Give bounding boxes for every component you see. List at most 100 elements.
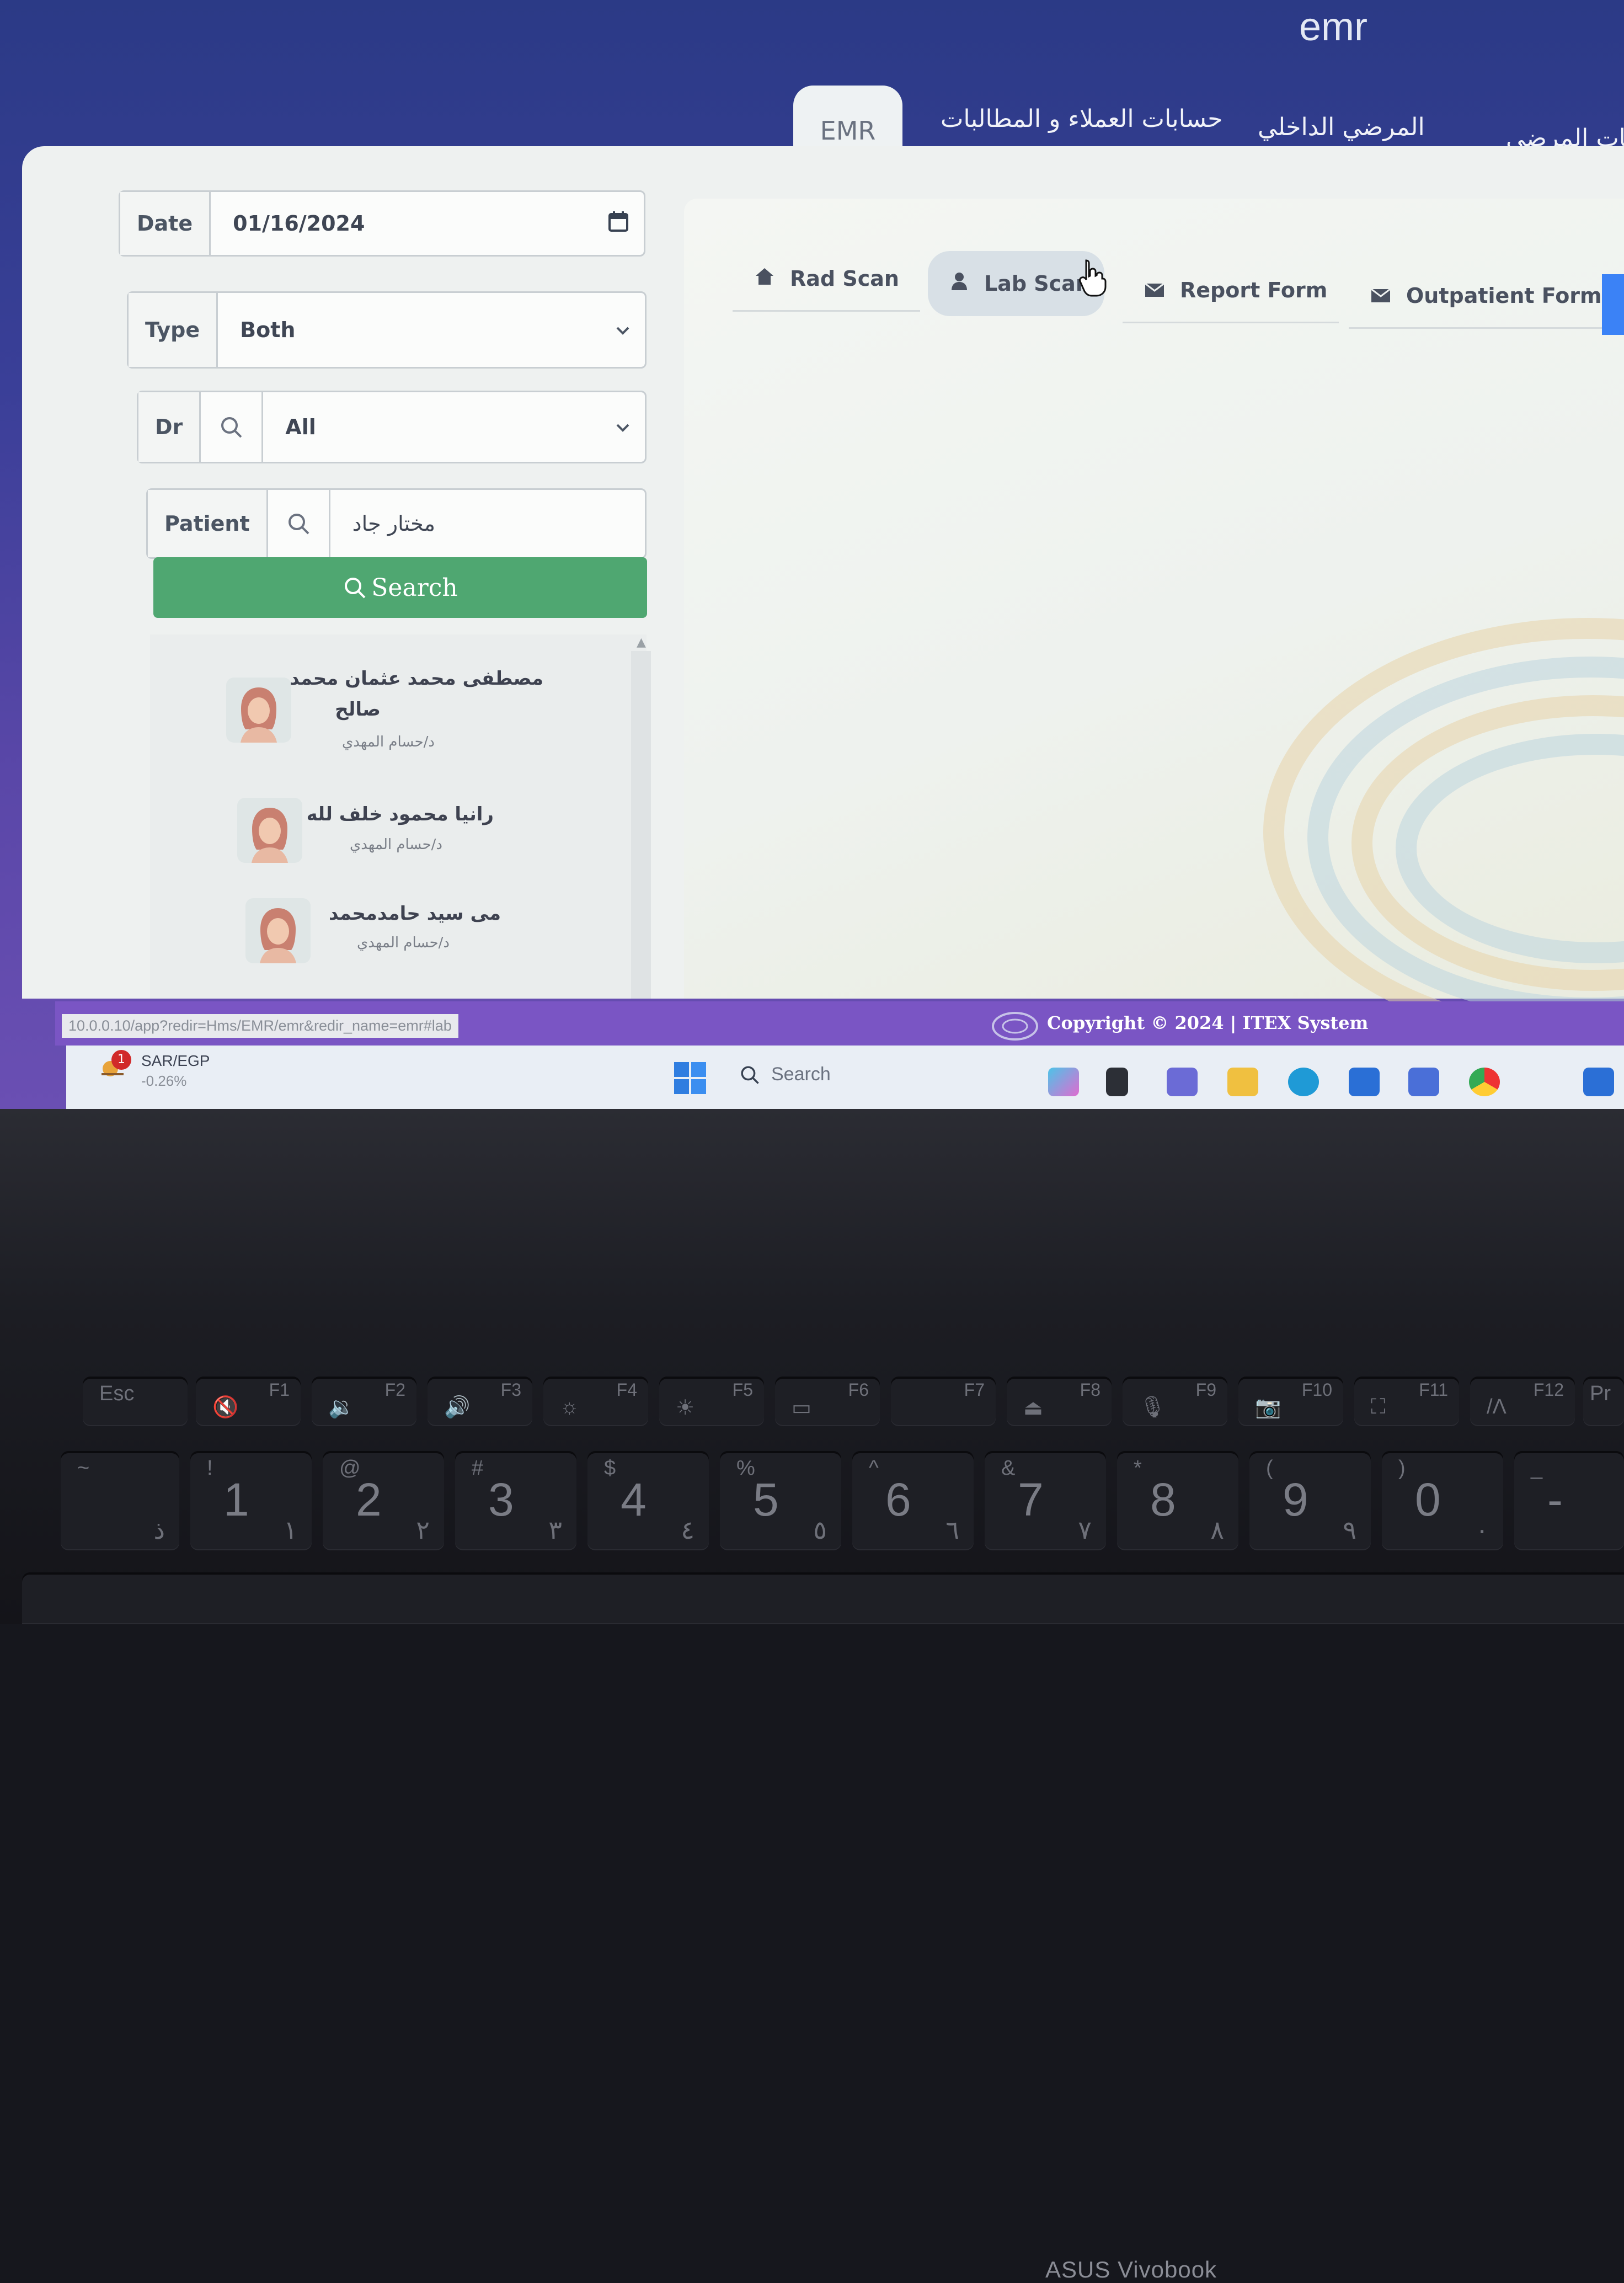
word-icon[interactable]: [1583, 1068, 1614, 1096]
key-arabic: ٩: [1343, 1516, 1356, 1544]
key-f11: F11 ⛶: [1354, 1377, 1459, 1426]
patient-doctor: د/حسام المهدي: [341, 734, 435, 750]
store-icon[interactable]: [1349, 1068, 1380, 1096]
camera-off-icon: 📷: [1255, 1396, 1281, 1419]
mute-icon: 🔇: [212, 1396, 239, 1419]
key-f4: F4 ☼: [543, 1377, 648, 1426]
chevron-down-icon[interactable]: [615, 319, 645, 341]
key-arabic: ٣: [548, 1516, 562, 1544]
patient-name: مصطفى محمد عثمان محمد: [290, 668, 543, 690]
key-f9: F9 🎙: [1123, 1377, 1227, 1426]
chat-icon[interactable]: [1167, 1068, 1198, 1096]
doctor-select[interactable]: Dr All: [137, 391, 647, 463]
search-icon[interactable]: [201, 392, 264, 462]
key-number: 4: [621, 1474, 647, 1525]
key-label: F12: [1533, 1380, 1564, 1400]
key-label: F8: [1080, 1380, 1101, 1400]
search-icon[interactable]: [268, 490, 330, 557]
dr-label: Dr: [138, 392, 201, 462]
key-8: * 8 ٨: [1117, 1451, 1238, 1550]
edge-browser-icon[interactable]: [1288, 1068, 1319, 1096]
tab-report-form[interactable]: Report Form: [1123, 258, 1339, 323]
key-symbol: _: [1531, 1457, 1543, 1480]
currency-widget[interactable]: SAR/EGP -0.26%: [141, 1051, 210, 1091]
key-number: 2: [356, 1474, 382, 1525]
tab-next-edge[interactable]: [1602, 274, 1624, 335]
list-scrollbar[interactable]: [631, 651, 651, 999]
copyright-text: Copyright © 2024 | ITEX System: [1047, 1012, 1369, 1033]
taskbar-search[interactable]: Search: [739, 1064, 831, 1085]
key-2: @2 ٢: [323, 1451, 444, 1550]
type-value[interactable]: Both: [218, 318, 615, 342]
tab-report-form-label: Report Form: [1180, 278, 1328, 302]
chrome-icon[interactable]: [1469, 1068, 1500, 1096]
patient-name: مى سيد حامدمحمد: [328, 903, 501, 925]
brightness-up-icon: ☀: [676, 1396, 695, 1420]
key-arabic: ٠: [1475, 1516, 1489, 1544]
key-symbol: *: [1134, 1457, 1142, 1480]
search-button[interactable]: Search: [153, 557, 647, 618]
tab-outpatient-form[interactable]: Outpatient Form: [1349, 264, 1602, 329]
key-label: F5: [732, 1380, 753, 1400]
key-label: F4: [616, 1380, 637, 1400]
patient-label: Patient: [148, 490, 268, 557]
key-number: 0: [1415, 1474, 1441, 1525]
dr-value[interactable]: All: [263, 415, 615, 439]
tab-rad-scan[interactable]: Rad Scan: [733, 247, 920, 312]
itex-logo-icon: [990, 1010, 1040, 1045]
key-f5: F5 ☀: [659, 1377, 764, 1426]
patient-doctor: د/حسام المهدي: [356, 935, 450, 951]
key-symbol: ~: [77, 1457, 90, 1480]
key-4: $4 ٤: [587, 1451, 709, 1550]
key-arabic: ذ: [153, 1516, 165, 1544]
key-f2: F2 🔉: [312, 1377, 416, 1426]
key-number: 7: [1018, 1474, 1044, 1525]
keyboard-row: [22, 1572, 1624, 1624]
patient-input[interactable]: مختار جاد: [330, 511, 645, 536]
key-label: F6: [848, 1380, 869, 1400]
display-icon: ▭: [792, 1396, 811, 1420]
calendar-icon[interactable]: [607, 210, 644, 238]
avatar: [237, 798, 302, 863]
patient-name: رانيا محمود خلف لله: [306, 803, 494, 825]
chevron-down-icon[interactable]: [615, 416, 645, 438]
avatar: [226, 678, 291, 743]
date-field[interactable]: Date 01/16/2024: [119, 190, 645, 257]
key-f1: F1 🔇: [196, 1377, 301, 1426]
widgets-icon[interactable]: [1106, 1068, 1128, 1096]
tab-customer-accounts[interactable]: حسابات العملاء و المطالبات: [941, 105, 1222, 133]
tab-outpatient-form-label: Outpatient Form: [1406, 283, 1602, 308]
patient-doctor: د/حسام المهدي: [349, 836, 442, 853]
key-number: -: [1547, 1474, 1563, 1525]
avatar: [245, 898, 311, 963]
scroll-up-icon[interactable]: ▲: [637, 636, 646, 649]
tab-lab-scan[interactable]: Lab Scan: [928, 251, 1104, 316]
taskbar: [66, 1046, 1624, 1109]
key-label: F3: [500, 1380, 521, 1400]
laptop-screen: emr EMR حسابات العملاء و المطالبات المرض…: [0, 0, 1624, 1109]
app-title: emr: [1299, 5, 1367, 49]
key-tilde: ~ ذ: [61, 1451, 179, 1550]
search-icon: [741, 1065, 759, 1084]
app-icon[interactable]: [1408, 1068, 1439, 1096]
key-arabic: ٤: [681, 1516, 695, 1544]
tab-inpatients[interactable]: المرضي الداخلي: [1258, 113, 1425, 141]
type-select[interactable]: Type Both: [127, 291, 647, 369]
volume-up-icon: 🔊: [444, 1396, 471, 1419]
key-symbol: (: [1266, 1457, 1273, 1480]
screenshot-icon: ⛶: [1371, 1395, 1386, 1418]
envelope-icon: [1371, 284, 1391, 308]
key-1: ! 1 ١: [190, 1451, 312, 1550]
user-icon: [950, 271, 969, 296]
copilot-icon[interactable]: [1048, 1068, 1079, 1096]
patient-field[interactable]: Patient مختار جاد: [146, 488, 647, 559]
tab-rad-scan-label: Rad Scan: [790, 266, 899, 291]
folder-icon[interactable]: [1227, 1068, 1258, 1096]
tab-lab-scan-label: Lab Scan: [984, 271, 1091, 296]
windows-start-icon[interactable]: [674, 1062, 706, 1096]
key-symbol: !: [207, 1457, 213, 1480]
date-value[interactable]: 01/16/2024: [211, 211, 607, 236]
key-label: F1: [269, 1380, 290, 1400]
key-number: 6: [885, 1474, 911, 1525]
key-number: 8: [1150, 1474, 1176, 1525]
